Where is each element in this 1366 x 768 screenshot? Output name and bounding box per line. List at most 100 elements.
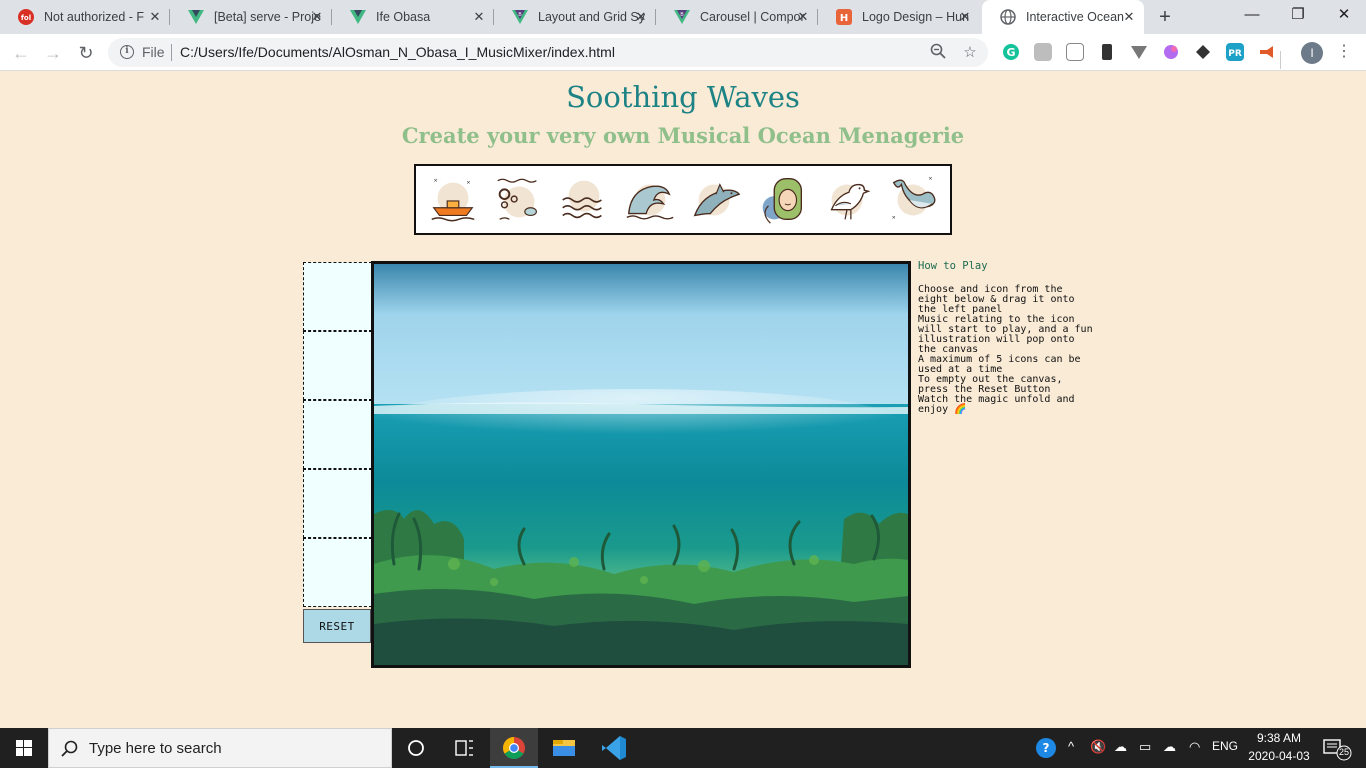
minimize-icon[interactable]: — bbox=[1229, 0, 1275, 32]
megaphone-icon[interactable] bbox=[1258, 43, 1276, 61]
boat-icon[interactable]: × × bbox=[424, 171, 482, 229]
page-content: Soothing Waves Create your very own Musi… bbox=[0, 71, 1366, 728]
clock-date[interactable]: 2020-04-03 bbox=[1246, 749, 1312, 763]
svg-text:×: × bbox=[434, 177, 438, 184]
notification-count-badge: 25 bbox=[1338, 747, 1349, 757]
browser-tab[interactable]: B Carousel | Compor ✕ bbox=[656, 0, 818, 34]
address-bar[interactable]: i File C:/Users/Ife/Documents/AlOsman_N_… bbox=[108, 38, 988, 67]
clock-time[interactable]: 9:38 AM bbox=[1246, 731, 1312, 745]
language-indicator[interactable]: ENG bbox=[1212, 739, 1238, 753]
scheme-label: File bbox=[142, 44, 165, 60]
ocean-canvas bbox=[371, 261, 911, 668]
pr-extension-icon[interactable]: PR bbox=[1226, 43, 1244, 61]
how-to-play-title: How to Play bbox=[918, 260, 988, 272]
onedrive-icon[interactable]: ☁ bbox=[1114, 739, 1127, 755]
search-placeholder: Type here to search bbox=[89, 740, 222, 757]
search-icon bbox=[61, 740, 78, 757]
hunter-icon: H bbox=[836, 9, 852, 25]
howto-line: Music relating to the icon will start to… bbox=[918, 314, 1093, 355]
info-icon[interactable]: i bbox=[120, 45, 134, 59]
svg-text:?: ? bbox=[1043, 741, 1050, 755]
browser-tab[interactable]: [Beta] serve - Proje ✕ bbox=[170, 0, 332, 34]
svg-text:G: G bbox=[1006, 46, 1015, 59]
drop-zone-5[interactable] bbox=[303, 538, 372, 607]
battery-icon[interactable]: ▭ bbox=[1139, 739, 1151, 755]
reset-button[interactable]: RESET bbox=[303, 609, 371, 643]
device-icon[interactable] bbox=[1098, 43, 1116, 61]
restore-icon[interactable]: ❐ bbox=[1275, 0, 1321, 32]
close-tab-icon[interactable]: ✕ bbox=[148, 10, 162, 24]
big-wave-icon[interactable] bbox=[621, 171, 679, 229]
tab-title: Not authorized - F bbox=[44, 10, 145, 24]
reload-icon[interactable]: ↻ bbox=[73, 40, 99, 66]
help-icon[interactable]: ? bbox=[1035, 737, 1057, 762]
close-tab-icon[interactable]: ✕ bbox=[634, 10, 648, 24]
menu-dots-icon[interactable]: ⋮ bbox=[1336, 42, 1352, 60]
file-explorer-icon[interactable] bbox=[540, 728, 588, 768]
grammarly-icon[interactable]: G bbox=[1002, 43, 1020, 61]
profile-avatar[interactable]: I bbox=[1301, 42, 1323, 64]
mermaid-icon[interactable] bbox=[753, 171, 811, 229]
waves-icon[interactable] bbox=[555, 171, 613, 229]
sync-cloud-icon[interactable]: ☁ bbox=[1163, 739, 1176, 755]
vue-icon bbox=[350, 9, 366, 25]
bubbles-fish-icon[interactable] bbox=[490, 171, 548, 229]
color-picker-icon[interactable] bbox=[1162, 43, 1180, 61]
svg-text:fol: fol bbox=[21, 14, 31, 22]
close-tab-icon[interactable]: ✕ bbox=[796, 10, 810, 24]
seagull-icon[interactable] bbox=[818, 171, 876, 229]
fol-icon: fol bbox=[18, 9, 34, 25]
back-icon[interactable]: ← bbox=[8, 40, 34, 66]
cortana-icon[interactable] bbox=[392, 728, 440, 768]
svg-text:×: × bbox=[892, 214, 896, 221]
forward-icon[interactable]: → bbox=[40, 40, 66, 66]
layers-icon[interactable] bbox=[1194, 43, 1212, 61]
howto-line: Watch the magic unfold and enjoy 🌈 bbox=[918, 394, 1075, 415]
new-tab-button[interactable]: + bbox=[1154, 6, 1176, 28]
tab-title: Interactive Ocean bbox=[1026, 10, 1124, 24]
vue-icon bbox=[188, 9, 204, 25]
close-tab-icon[interactable]: ✕ bbox=[310, 10, 324, 24]
drop-zone-2[interactable] bbox=[303, 331, 372, 400]
how-to-play-panel: How to Play Choose and icon from the eig… bbox=[918, 261, 1098, 415]
browser-tab[interactable]: H Logo Design – Hun ✕ bbox=[818, 0, 980, 34]
drop-zone-1[interactable] bbox=[303, 262, 372, 331]
chrome-taskbar-icon[interactable] bbox=[490, 728, 538, 768]
tab-title: Ife Obasa bbox=[376, 10, 431, 24]
browser-tab[interactable]: fol Not authorized - F ✕ bbox=[0, 0, 170, 34]
url-text[interactable]: C:/Users/Ife/Documents/AlOsman_N_Obasa_I… bbox=[180, 44, 615, 60]
toolbar-separator bbox=[1280, 51, 1281, 69]
vue-devtools-icon[interactable] bbox=[1130, 43, 1148, 61]
howto-line: Choose and icon from the eight below & d… bbox=[918, 284, 1075, 315]
drop-zone-3[interactable] bbox=[303, 400, 372, 469]
tab-title: Layout and Grid Sy bbox=[538, 10, 646, 24]
svg-text:PR: PR bbox=[1228, 49, 1242, 59]
taskbar-search-box[interactable]: Type here to search bbox=[48, 728, 392, 768]
zoom-icon[interactable] bbox=[928, 43, 948, 63]
browser-tab[interactable]: B Layout and Grid Sy ✕ bbox=[494, 0, 656, 34]
task-view-icon[interactable] bbox=[440, 728, 488, 768]
dolphin-icon[interactable] bbox=[687, 171, 745, 229]
close-tab-icon[interactable]: ✕ bbox=[472, 10, 486, 24]
browser-tab-active[interactable]: Interactive Ocean ✕ bbox=[982, 0, 1144, 34]
bootstrap-vue-icon: B bbox=[674, 9, 690, 25]
windows-start-icon[interactable] bbox=[0, 728, 48, 768]
chevron-up-icon[interactable]: ^ bbox=[1068, 739, 1074, 754]
svg-text:×: × bbox=[929, 175, 933, 182]
drop-zone-4[interactable] bbox=[303, 469, 372, 538]
vscode-icon[interactable] bbox=[590, 728, 638, 768]
whale-icon[interactable]: ×× bbox=[884, 171, 942, 229]
close-tab-icon[interactable]: ✕ bbox=[958, 10, 972, 24]
page-title: Soothing Waves bbox=[566, 80, 800, 114]
close-tab-icon[interactable]: ✕ bbox=[1122, 10, 1136, 24]
howto-line: To empty out the canvas, press the Reset… bbox=[918, 374, 1063, 395]
close-window-icon[interactable]: ✕ bbox=[1321, 0, 1366, 32]
extension-icon[interactable] bbox=[1034, 43, 1052, 61]
bookmark-star-icon[interactable]: ☆ bbox=[960, 43, 980, 63]
reader-icon[interactable] bbox=[1066, 43, 1084, 61]
page-subtitle: Create your very own Musical Ocean Menag… bbox=[401, 123, 965, 148]
browser-tab[interactable]: Ife Obasa ✕ bbox=[332, 0, 494, 34]
ocean-scene-illustration bbox=[374, 264, 908, 665]
volume-muted-icon[interactable]: 🔇 bbox=[1090, 739, 1106, 755]
wifi-icon[interactable]: ◠ bbox=[1189, 739, 1200, 755]
